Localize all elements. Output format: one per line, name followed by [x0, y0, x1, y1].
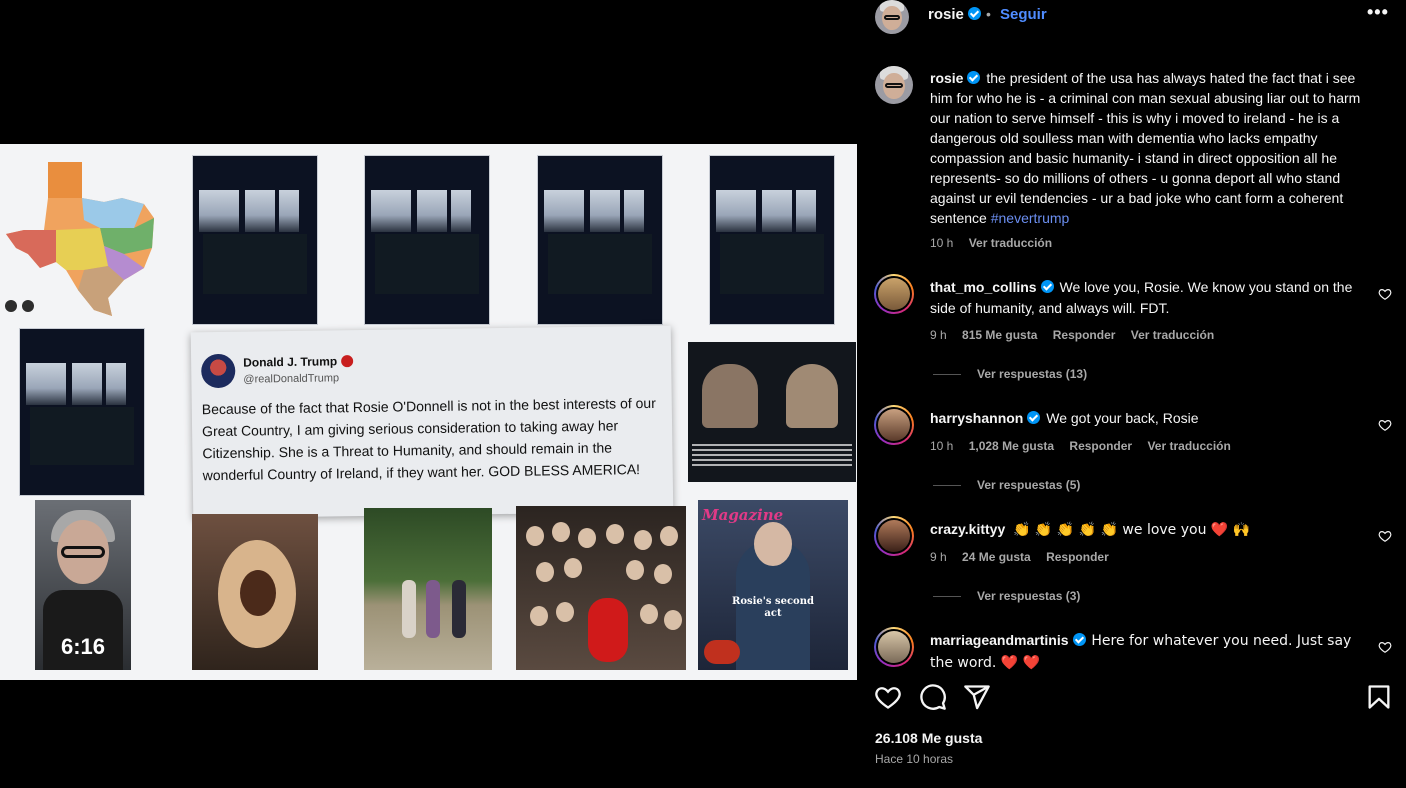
- tweet-handle: @realDonaldTrump: [243, 372, 340, 386]
- verified-badge-icon: [1072, 633, 1086, 646]
- window-photo: [364, 155, 490, 325]
- comment-like-heart-icon[interactable]: [1378, 640, 1392, 654]
- translate-link[interactable]: Ver traducción: [1147, 439, 1230, 453]
- view-replies-label[interactable]: Ver respuestas (13): [977, 367, 1087, 381]
- comment-time: 10 h: [930, 439, 954, 453]
- commenter-avatar[interactable]: [874, 274, 914, 314]
- commenter-avatar[interactable]: [874, 405, 914, 445]
- share-icon[interactable]: [963, 683, 991, 711]
- comment-time: 9 h: [930, 328, 947, 342]
- comment: marriageandmartinis Here for whatever yo…: [930, 630, 1360, 674]
- comment-meta: 9 h 24 Me gusta Responder: [930, 550, 1121, 564]
- replies-divider: [933, 374, 961, 376]
- egg-photo: [192, 514, 318, 670]
- tweet-avatar: [201, 353, 236, 389]
- texas-map-image: [6, 162, 154, 316]
- caption-time: 10 h: [930, 236, 954, 250]
- window-photo: [19, 328, 145, 496]
- like-count[interactable]: 26.108 Me gusta: [875, 730, 982, 746]
- hashtag-link[interactable]: #nevertrump: [991, 210, 1070, 226]
- window-photo: [709, 155, 835, 325]
- view-replies-label[interactable]: Ver respuestas (3): [977, 589, 1080, 603]
- magazine-cover: Magazine Rosie's second act: [698, 500, 848, 670]
- translate-link[interactable]: Ver traducción: [1131, 328, 1214, 342]
- comment-time: 9 h: [930, 550, 947, 564]
- post-caption: rosie the president of the usa has alway…: [930, 68, 1372, 253]
- replies-divider: [933, 596, 961, 598]
- verified-badge-icon: [967, 7, 981, 20]
- author-avatar[interactable]: [875, 66, 913, 104]
- verified-badge-icon: [967, 71, 981, 84]
- post-sidebar: rosie • Seguir ••• rosie the president o…: [857, 0, 1406, 788]
- reply-button[interactable]: Responder: [1046, 550, 1109, 564]
- commenter-avatar[interactable]: [874, 627, 914, 667]
- tweet-text: Because of the fact that Rosie O'Donnell…: [201, 394, 656, 484]
- view-replies-link[interactable]: Ver respuestas (13): [933, 367, 1087, 381]
- verified-badge-icon: [341, 355, 354, 368]
- comment-like-heart-icon[interactable]: [1378, 287, 1392, 301]
- separator-dot: •: [986, 6, 991, 22]
- verified-badge-icon: [1027, 411, 1041, 424]
- comment: that_mo_collins We love you, Rosie. We k…: [930, 277, 1360, 319]
- caption-username[interactable]: rosie: [930, 70, 963, 86]
- comment: harryshannon We got your back, Rosie: [930, 408, 1360, 429]
- replies-divider: [933, 485, 961, 487]
- video-time: 6:16: [60, 634, 106, 659]
- window-photo: [192, 155, 318, 325]
- bookmark-icon[interactable]: [1365, 683, 1393, 711]
- post-timestamp: Hace 10 horas: [875, 752, 954, 766]
- view-replies-link[interactable]: Ver respuestas (5): [933, 478, 1080, 492]
- view-replies-link[interactable]: Ver respuestas (3): [933, 589, 1080, 603]
- verified-badge-icon: [1040, 280, 1054, 293]
- comment-meta: 9 h 815 Me gusta Responder Ver traducció…: [930, 328, 1226, 342]
- translate-link[interactable]: Ver traducción: [969, 236, 1052, 250]
- accessibility-icon: [5, 300, 17, 312]
- cast-photo: [516, 506, 686, 670]
- comment-icon[interactable]: [919, 683, 947, 711]
- comment-like-heart-icon[interactable]: [1378, 418, 1392, 432]
- news-photo: [688, 342, 856, 482]
- author-avatar[interactable]: [875, 0, 909, 34]
- comment-likes[interactable]: 815 Me gusta: [962, 328, 1037, 342]
- more-options-icon[interactable]: •••: [1367, 2, 1389, 23]
- comment-like-heart-icon[interactable]: [1378, 529, 1392, 543]
- reply-button[interactable]: Responder: [1069, 439, 1132, 453]
- video-still: 6:16: [35, 500, 131, 670]
- comment-likes[interactable]: 1,028 Me gusta: [969, 439, 1054, 453]
- reply-button[interactable]: Responder: [1053, 328, 1116, 342]
- comment-username[interactable]: crazy.kittyy: [930, 521, 1005, 537]
- heart-icon[interactable]: [874, 683, 902, 711]
- info-icon: [22, 300, 34, 312]
- tweet-author: Donald J. Trump: [243, 354, 338, 370]
- post-media[interactable]: Donald J. Trump @realDonaldTrump Because…: [0, 0, 857, 788]
- comment-likes[interactable]: 24 Me gusta: [962, 550, 1031, 564]
- tweet-screenshot: Donald J. Trump @realDonaldTrump Because…: [190, 325, 674, 519]
- comment-username[interactable]: marriageandmartinis: [930, 632, 1069, 648]
- park-photo: [364, 508, 492, 670]
- window-photo: [537, 155, 663, 325]
- author-username[interactable]: rosie: [928, 6, 964, 23]
- comment: crazy.kittyy 👏 👏 👏 👏 👏 we love you ❤️ 🙌: [930, 519, 1360, 541]
- comment-meta: 10 h 1,028 Me gusta Responder Ver traduc…: [930, 439, 1243, 453]
- commenter-avatar[interactable]: [874, 516, 914, 556]
- magazine-subtitle: Rosie's second act: [732, 596, 814, 619]
- view-replies-label[interactable]: Ver respuestas (5): [977, 478, 1080, 492]
- comment-username[interactable]: harryshannon: [930, 410, 1023, 426]
- caption-text: the president of the usa has always hate…: [930, 70, 1361, 226]
- comment-text: We got your back, Rosie: [1046, 410, 1199, 426]
- follow-button[interactable]: Seguir: [1000, 6, 1047, 23]
- comment-username[interactable]: that_mo_collins: [930, 279, 1037, 295]
- comment-text: 👏 👏 👏 👏 👏 we love you ❤️ 🙌: [1013, 522, 1251, 538]
